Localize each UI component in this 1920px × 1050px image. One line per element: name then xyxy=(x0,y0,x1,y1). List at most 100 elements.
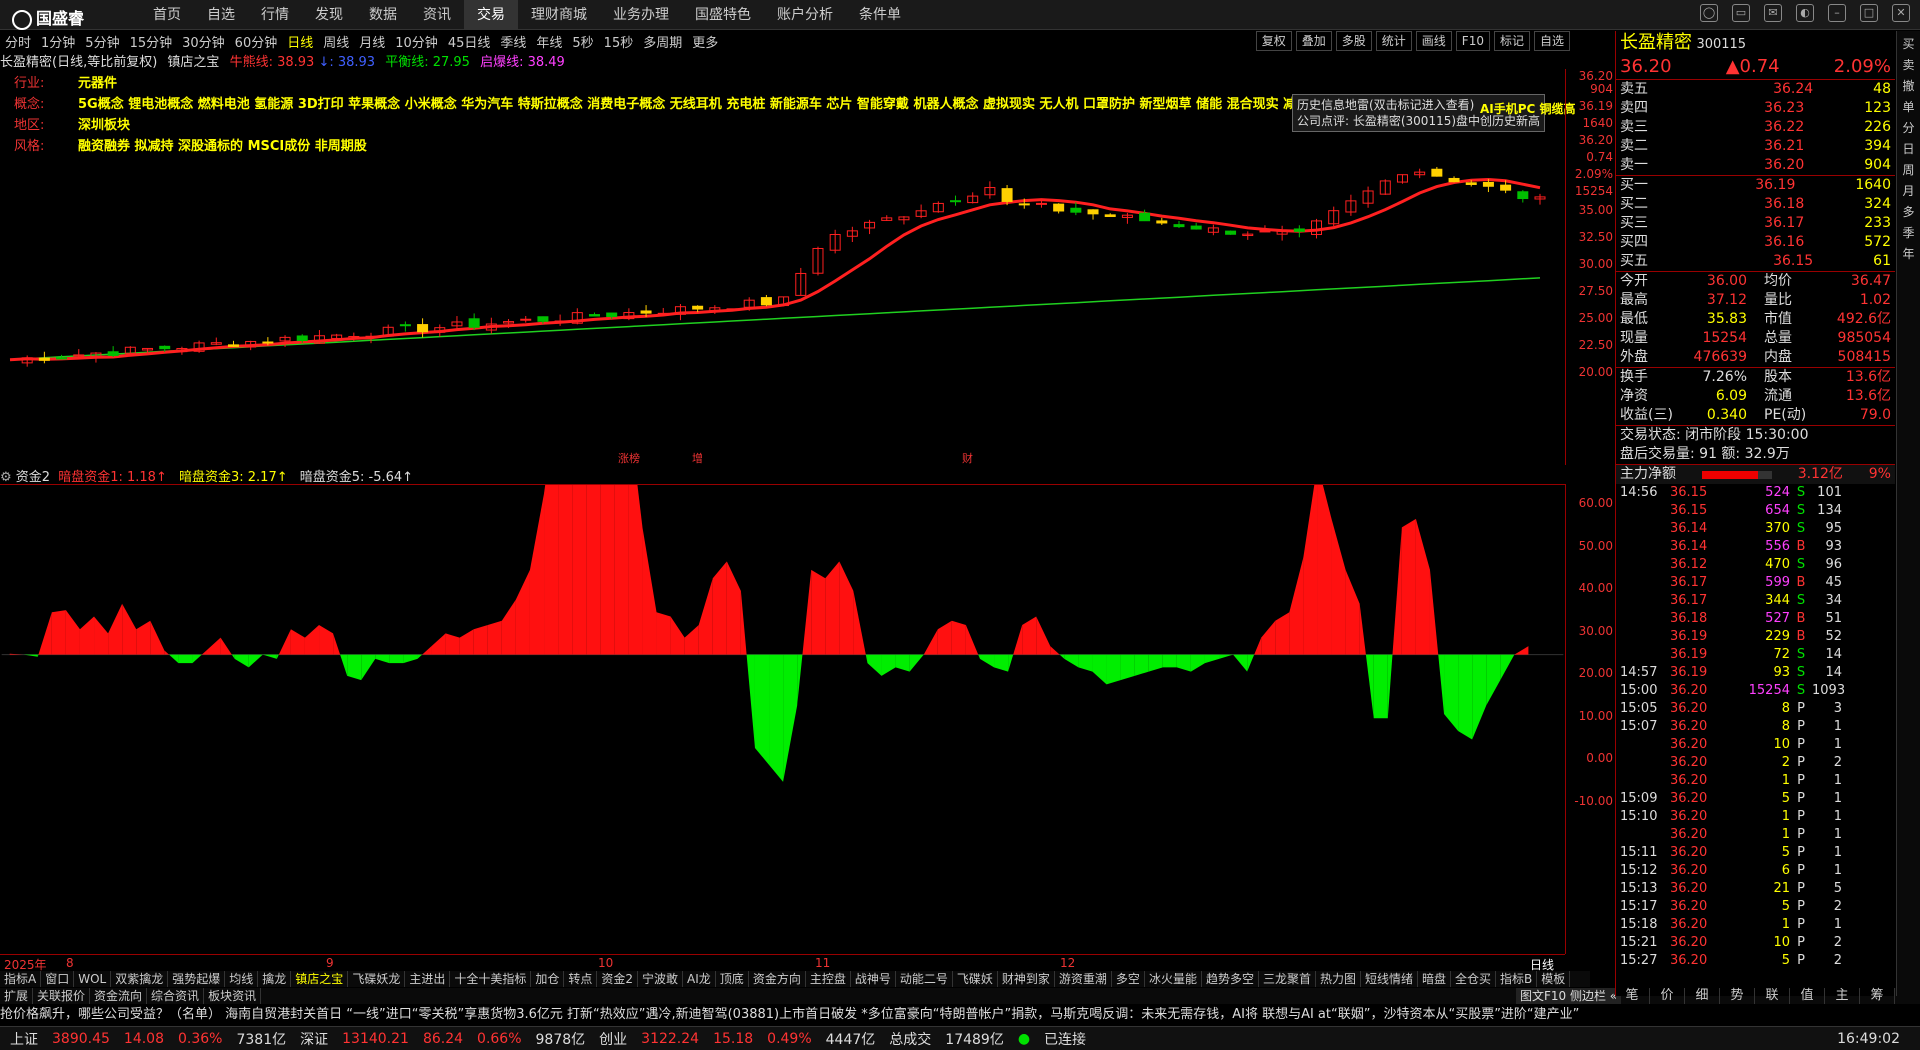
ask-row[interactable]: 卖二 36.21 394 xyxy=(1616,137,1895,156)
indicator-tab-29[interactable]: 短线情绪 xyxy=(1361,971,1419,987)
menu-item-7[interactable]: 理财商城 xyxy=(518,0,600,30)
period-9[interactable]: 10分钟 xyxy=(390,32,443,51)
indicator-tab-30[interactable]: 暗盘 xyxy=(1418,971,1452,987)
info-tab-4[interactable]: 板块资讯 xyxy=(204,988,262,1004)
tool-0[interactable]: 复权 xyxy=(1255,31,1292,51)
indicator-tab-4[interactable]: 强势起爆 xyxy=(168,971,226,987)
indicator-tab-17[interactable]: 资金方向 xyxy=(749,971,806,987)
ask-row[interactable]: 卖五 36.24 48 xyxy=(1616,80,1895,99)
menu-item-3[interactable]: 发现 xyxy=(302,0,356,30)
menu-item-0[interactable]: 首页 xyxy=(140,0,194,30)
chat-icon[interactable]: ◯ xyxy=(1700,4,1718,22)
indicator-tab-31[interactable]: 全仓买 xyxy=(1451,971,1497,987)
period-0[interactable]: 分时 xyxy=(0,32,36,51)
sidebar-toggle[interactable]: 图文F10 侧边栏 « xyxy=(1516,988,1622,1004)
message-icon[interactable]: ▭ xyxy=(1732,4,1750,22)
period-15[interactable]: 多周期 xyxy=(638,32,687,51)
period-8[interactable]: 月线 xyxy=(354,32,390,51)
news-ticker[interactable]: 抢价格飙升，哪些公司受益？（名单） 海南自贸港封关首日 “一线”进口“零关税”享… xyxy=(0,1005,1920,1025)
minimize-icon[interactable]: – xyxy=(1828,4,1846,22)
fund-flow-chart[interactable] xyxy=(0,484,1565,954)
indicator-tab-11[interactable]: 加仓 xyxy=(531,971,565,987)
bid-row[interactable]: 买四 36.16 572 xyxy=(1616,233,1895,252)
period-7[interactable]: 周线 xyxy=(318,32,354,51)
tool-5[interactable]: F10 xyxy=(1455,31,1490,51)
menu-item-8[interactable]: 业务办理 xyxy=(600,0,682,30)
indicator-tab-21[interactable]: 飞碟妖 xyxy=(953,971,998,987)
period-1[interactable]: 1分钟 xyxy=(36,32,80,51)
quote-tab-2[interactable]: 细 xyxy=(1685,988,1720,1004)
indicator-tab-32[interactable]: 指标B xyxy=(1496,971,1538,987)
period-5[interactable]: 60分钟 xyxy=(230,32,283,51)
indicator-tab-15[interactable]: AI龙 xyxy=(683,971,716,987)
maximize-icon[interactable]: □ xyxy=(1860,4,1878,22)
quote-tab-7[interactable]: 筹 xyxy=(1860,988,1895,1004)
indicator-tab-12[interactable]: 转点 xyxy=(564,971,598,987)
menu-item-11[interactable]: 条件单 xyxy=(846,0,914,30)
ask-row[interactable]: 卖四 36.23 123 xyxy=(1616,99,1895,118)
menu-item-9[interactable]: 国盛特色 xyxy=(682,0,764,30)
period-4[interactable]: 30分钟 xyxy=(177,32,230,51)
indicator-tab-24[interactable]: 多空 xyxy=(1112,971,1145,987)
sh-label[interactable]: 上证 xyxy=(10,1029,38,1049)
menu-item-5[interactable]: 资讯 xyxy=(410,0,464,30)
info-tab-1[interactable]: 关联报价 xyxy=(33,988,91,1004)
quote-tab-1[interactable]: 价 xyxy=(1650,988,1685,1004)
menu-item-10[interactable]: 账户分析 xyxy=(764,0,846,30)
period-12[interactable]: 年线 xyxy=(531,32,567,51)
info-tab-3[interactable]: 综合资讯 xyxy=(147,988,205,1004)
indicator-tab-5[interactable]: 均线 xyxy=(225,971,259,987)
indicator-tab-10[interactable]: 十全十美指标 xyxy=(450,971,532,987)
ask-row[interactable]: 卖一 36.20 904 xyxy=(1616,156,1895,175)
bid-row[interactable]: 买五 36.15 61 xyxy=(1616,252,1895,271)
period-2[interactable]: 5分钟 xyxy=(80,32,124,51)
period-16[interactable]: 更多 xyxy=(687,32,723,51)
info-tab-0[interactable]: 扩展 xyxy=(0,988,34,1004)
app-logo[interactable]: 国盛睿 xyxy=(12,5,84,30)
side-btn-3[interactable]: 单 xyxy=(1902,98,1914,115)
skin-icon[interactable]: ◐ xyxy=(1796,4,1814,22)
side-btn-0[interactable]: 买 xyxy=(1902,35,1914,52)
tool-1[interactable]: 叠加 xyxy=(1295,31,1332,51)
quote-tab-3[interactable]: 势 xyxy=(1720,988,1755,1004)
indicator-tab-2[interactable]: WOL xyxy=(74,971,112,987)
cy-label[interactable]: 创业 xyxy=(599,1029,627,1049)
bid-row[interactable]: 买三 36.17 233 xyxy=(1616,214,1895,233)
quote-tab-0[interactable]: 笔 xyxy=(1615,988,1650,1004)
period-3[interactable]: 15分钟 xyxy=(125,32,178,51)
indicator-tab-3[interactable]: 双紫擒龙 xyxy=(111,971,169,987)
sz-label[interactable]: 深证 xyxy=(300,1029,328,1049)
quote-tab-5[interactable]: 值 xyxy=(1790,988,1825,1004)
indicator-tab-0[interactable]: 指标A xyxy=(0,971,42,987)
indicator-tab-23[interactable]: 游资重潮 xyxy=(1055,971,1112,987)
menu-item-4[interactable]: 数据 xyxy=(356,0,410,30)
menu-item-1[interactable]: 自选 xyxy=(194,0,248,30)
side-btn-2[interactable]: 撤 xyxy=(1902,77,1914,94)
indicator-tab-9[interactable]: 主进出 xyxy=(405,971,451,987)
bid-row[interactable]: 买一 36.19 1640 xyxy=(1616,176,1895,195)
quote-tab-4[interactable]: 联 xyxy=(1755,988,1790,1004)
menu-item-2[interactable]: 行情 xyxy=(248,0,302,30)
indicator-tab-22[interactable]: 财神到家 xyxy=(998,971,1055,987)
indicator-tab-13[interactable]: 资金2 xyxy=(597,971,639,987)
indicator-tab-28[interactable]: 热力图 xyxy=(1316,971,1361,987)
period-11[interactable]: 季线 xyxy=(495,32,531,51)
side-btn-8[interactable]: 多 xyxy=(1902,203,1914,220)
indicator-tab-6[interactable]: 擒龙 xyxy=(258,971,292,987)
indicator-tab-18[interactable]: 主控盘 xyxy=(806,971,851,987)
indicator-tab-25[interactable]: 冰火量能 xyxy=(1145,971,1202,987)
indicator-tab-27[interactable]: 三龙聚首 xyxy=(1259,971,1316,987)
settings-icon[interactable]: ⚙ xyxy=(0,470,12,485)
lower-indicator-name[interactable]: 资金2 xyxy=(16,470,50,485)
tool-3[interactable]: 统计 xyxy=(1375,31,1412,51)
quote-tab-6[interactable]: 主 xyxy=(1825,988,1860,1004)
mail-icon[interactable]: ✉ xyxy=(1764,4,1782,22)
indicator-tab-7[interactable]: 镇店之宝 xyxy=(291,971,349,987)
side-btn-9[interactable]: 季 xyxy=(1902,224,1914,241)
period-6[interactable]: 日线 xyxy=(282,32,318,51)
indicator-tab-1[interactable]: 窗口 xyxy=(41,971,75,987)
tool-7[interactable]: 自选 xyxy=(1533,31,1570,51)
side-btn-5[interactable]: 日 xyxy=(1902,140,1914,157)
event-marker[interactable]: 增 xyxy=(692,450,703,466)
side-btn-6[interactable]: 周 xyxy=(1902,161,1914,178)
